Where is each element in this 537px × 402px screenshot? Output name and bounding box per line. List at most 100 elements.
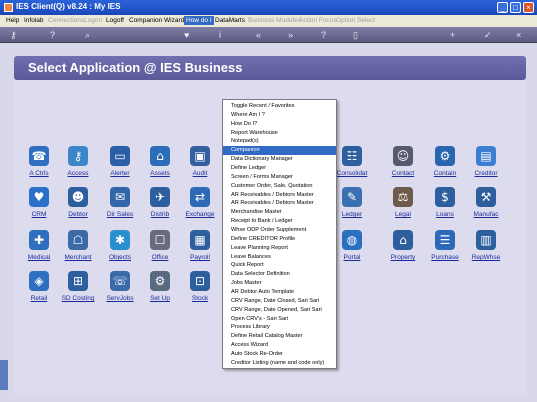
app-alerter[interactable]: ▭ Alerter (98, 146, 142, 186)
app-label: SD Costing (61, 295, 95, 302)
lock-icon[interactable]: ▯ (353, 30, 358, 40)
dropdown-item[interactable]: Where Am I ? (223, 111, 336, 120)
dropdown-item[interactable]: Creditor Listing (name and code only) (223, 359, 336, 368)
check-icon[interactable]: ✓ (484, 30, 492, 40)
minimize-button[interactable]: _ (497, 2, 508, 13)
app-merchant[interactable]: ☖ Merchant (56, 230, 100, 270)
cart-icon: ⊡ (190, 271, 210, 291)
globe-icon: ◍ (342, 230, 362, 250)
dropdown-item[interactable]: Toggle Recent / Favorites (223, 102, 336, 111)
dropdown-item[interactable]: AR Debtor Auto Template (223, 288, 336, 297)
help-icon[interactable]: ? (50, 30, 55, 40)
dropdown-item[interactable]: Data Selector Definition (223, 270, 336, 279)
dropdown-item[interactable]: AR Receivables / Debtors Master (223, 191, 336, 200)
app-distrib[interactable]: ✈ Distrib (138, 187, 182, 227)
double-right-icon[interactable]: » (288, 30, 293, 40)
dropdown-item[interactable]: Companion (223, 146, 336, 156)
app-label: CRM (31, 211, 47, 218)
app-label: Medical (27, 254, 51, 261)
question-icon[interactable]: ? (321, 30, 326, 40)
menu-option-select[interactable]: Option Select (334, 16, 377, 25)
title-bar: IES Client(Q) v8.24 : My IES _ □ × (0, 0, 537, 15)
dropdown-item[interactable]: Whse ODP Order Supplement (223, 226, 336, 235)
dropdown-item[interactable]: Quick Report (223, 261, 336, 270)
dropdown-item[interactable]: Auto Stock Re-Order (223, 350, 336, 359)
dropdown-item[interactable]: Leave Planning Report (223, 244, 336, 253)
dropdown-item[interactable]: Report Warehouse (223, 129, 336, 138)
close-button[interactable]: × (523, 2, 534, 13)
app-repwhse[interactable]: ▥ RepWhse (464, 230, 508, 270)
dropdown-item[interactable]: Define Retail Catalog Master (223, 332, 336, 341)
app-dir-sales[interactable]: ✉ Dir Sales (98, 187, 142, 227)
app-property[interactable]: ⌂ Property (381, 230, 425, 270)
dropdown-item[interactable]: Define CREDITOR Profile (223, 235, 336, 244)
dropdown-item[interactable]: CRV Range, Date Closed, Sari Sari (223, 297, 336, 306)
app-audit[interactable]: ▣ Audit (178, 146, 222, 186)
dropdown-item[interactable]: AR Receivables / Debtors Master (223, 199, 336, 208)
retail-icon: ◈ (29, 271, 49, 291)
key-icon[interactable]: ⚷ (10, 30, 17, 40)
menu-wizard[interactable]: Wizard (162, 16, 186, 25)
app-access[interactable]: ⚷ Access (56, 146, 100, 186)
dropdown-item[interactable]: Customer Order, Sale, Quotation (223, 182, 336, 191)
dropdown-item[interactable]: Open CRV's - Sari Sari (223, 315, 336, 324)
app-retail[interactable]: ◈ Retail (17, 271, 61, 311)
dropdown-item[interactable]: How Do I? (223, 120, 336, 129)
menu-action-focus[interactable]: Action Focus (297, 16, 339, 25)
app-stock[interactable]: ⊡ Stock (178, 271, 222, 311)
add-icon[interactable]: + (450, 30, 455, 40)
app-legal[interactable]: ⚖ Legal (381, 187, 425, 227)
app-payroll[interactable]: ▦ Payroll (178, 230, 222, 270)
dropdown-item[interactable]: Access Wizard (223, 341, 336, 350)
double-left-icon[interactable]: « (256, 30, 261, 40)
dropdown-item[interactable]: Leave Balances (223, 253, 336, 262)
app-purchase[interactable]: ☰ Purchase (423, 230, 467, 270)
app-assets[interactable]: ⌂ Assets (138, 146, 182, 186)
objects-icon: ✱ (110, 230, 130, 250)
app-label: Payroll (190, 254, 210, 261)
app-a-ctrls[interactable]: ☎ A Ctrls (17, 146, 61, 186)
app-servjobs[interactable]: ☏ ServJobs (98, 271, 142, 311)
creditor-icon: ▤ (476, 146, 496, 166)
menu-logon[interactable]: Logon (82, 16, 104, 25)
menu-logoff[interactable]: Logoff (104, 16, 126, 25)
app-loans[interactable]: $ Loans (423, 187, 467, 227)
menu-help[interactable]: Help (4, 16, 21, 25)
app-label: Purchase (431, 254, 459, 261)
dropdown-item[interactable]: CRV Range, Date Opened, Sari Sari (223, 306, 336, 315)
menu-datamarts[interactable]: DataMarts (213, 16, 247, 25)
info-icon[interactable]: i (219, 30, 221, 40)
app-label: Manufac (473, 211, 499, 218)
dropdown-item[interactable]: Jobs Master (223, 279, 336, 288)
menu-business-modules[interactable]: Business Modules (246, 16, 303, 25)
menu-companion[interactable]: Companion (127, 16, 164, 25)
app-crm[interactable]: ♥ CRM (17, 187, 61, 227)
dropdown-item[interactable]: Process Library (223, 323, 336, 332)
dropdown-item[interactable]: Notepad(s) (223, 137, 336, 146)
heart-icon[interactable]: ♥ (184, 30, 189, 40)
app-debtor[interactable]: ☻ Debtor (56, 187, 100, 227)
app-objects[interactable]: ✱ Objects (98, 230, 142, 270)
app-creditor[interactable]: ▤ Creditor (464, 146, 508, 186)
app-contact[interactable]: ☺ Contact (381, 146, 425, 186)
app-office[interactable]: ☐ Office (138, 230, 182, 270)
app-label: RepWhse (471, 254, 501, 261)
dropdown-item[interactable]: Merchandise Master (223, 208, 336, 217)
dropdown-item[interactable]: Data Dictionary Manager (223, 155, 336, 164)
menu-infolab[interactable]: Infolab (22, 16, 46, 25)
close-icon[interactable]: × (516, 30, 521, 40)
app-contain[interactable]: ⚙ Contain (423, 146, 467, 186)
app-exchange[interactable]: ⇄ Exchange (178, 187, 222, 227)
app-medical[interactable]: ✚ Medical (17, 230, 61, 270)
app-manufac[interactable]: ⚒ Manufac (464, 187, 508, 227)
maximize-button[interactable]: □ (510, 2, 521, 13)
menu-connections[interactable]: Connections (46, 16, 86, 25)
dropdown-item[interactable]: Receipt to Bank / Ledger (223, 217, 336, 226)
app-label: Exchange (185, 211, 215, 218)
dropdown-item[interactable]: Define Ledger (223, 164, 336, 173)
app-set-up[interactable]: ⚙ Set Up (138, 271, 182, 311)
search-icon[interactable]: ⌕ (85, 30, 90, 40)
app-sd-costing[interactable]: ⊞ SD Costing (56, 271, 100, 311)
dropdown-item[interactable]: Screen / Forms Manager (223, 173, 336, 182)
menu-how-do-i[interactable]: How do I (184, 16, 214, 25)
